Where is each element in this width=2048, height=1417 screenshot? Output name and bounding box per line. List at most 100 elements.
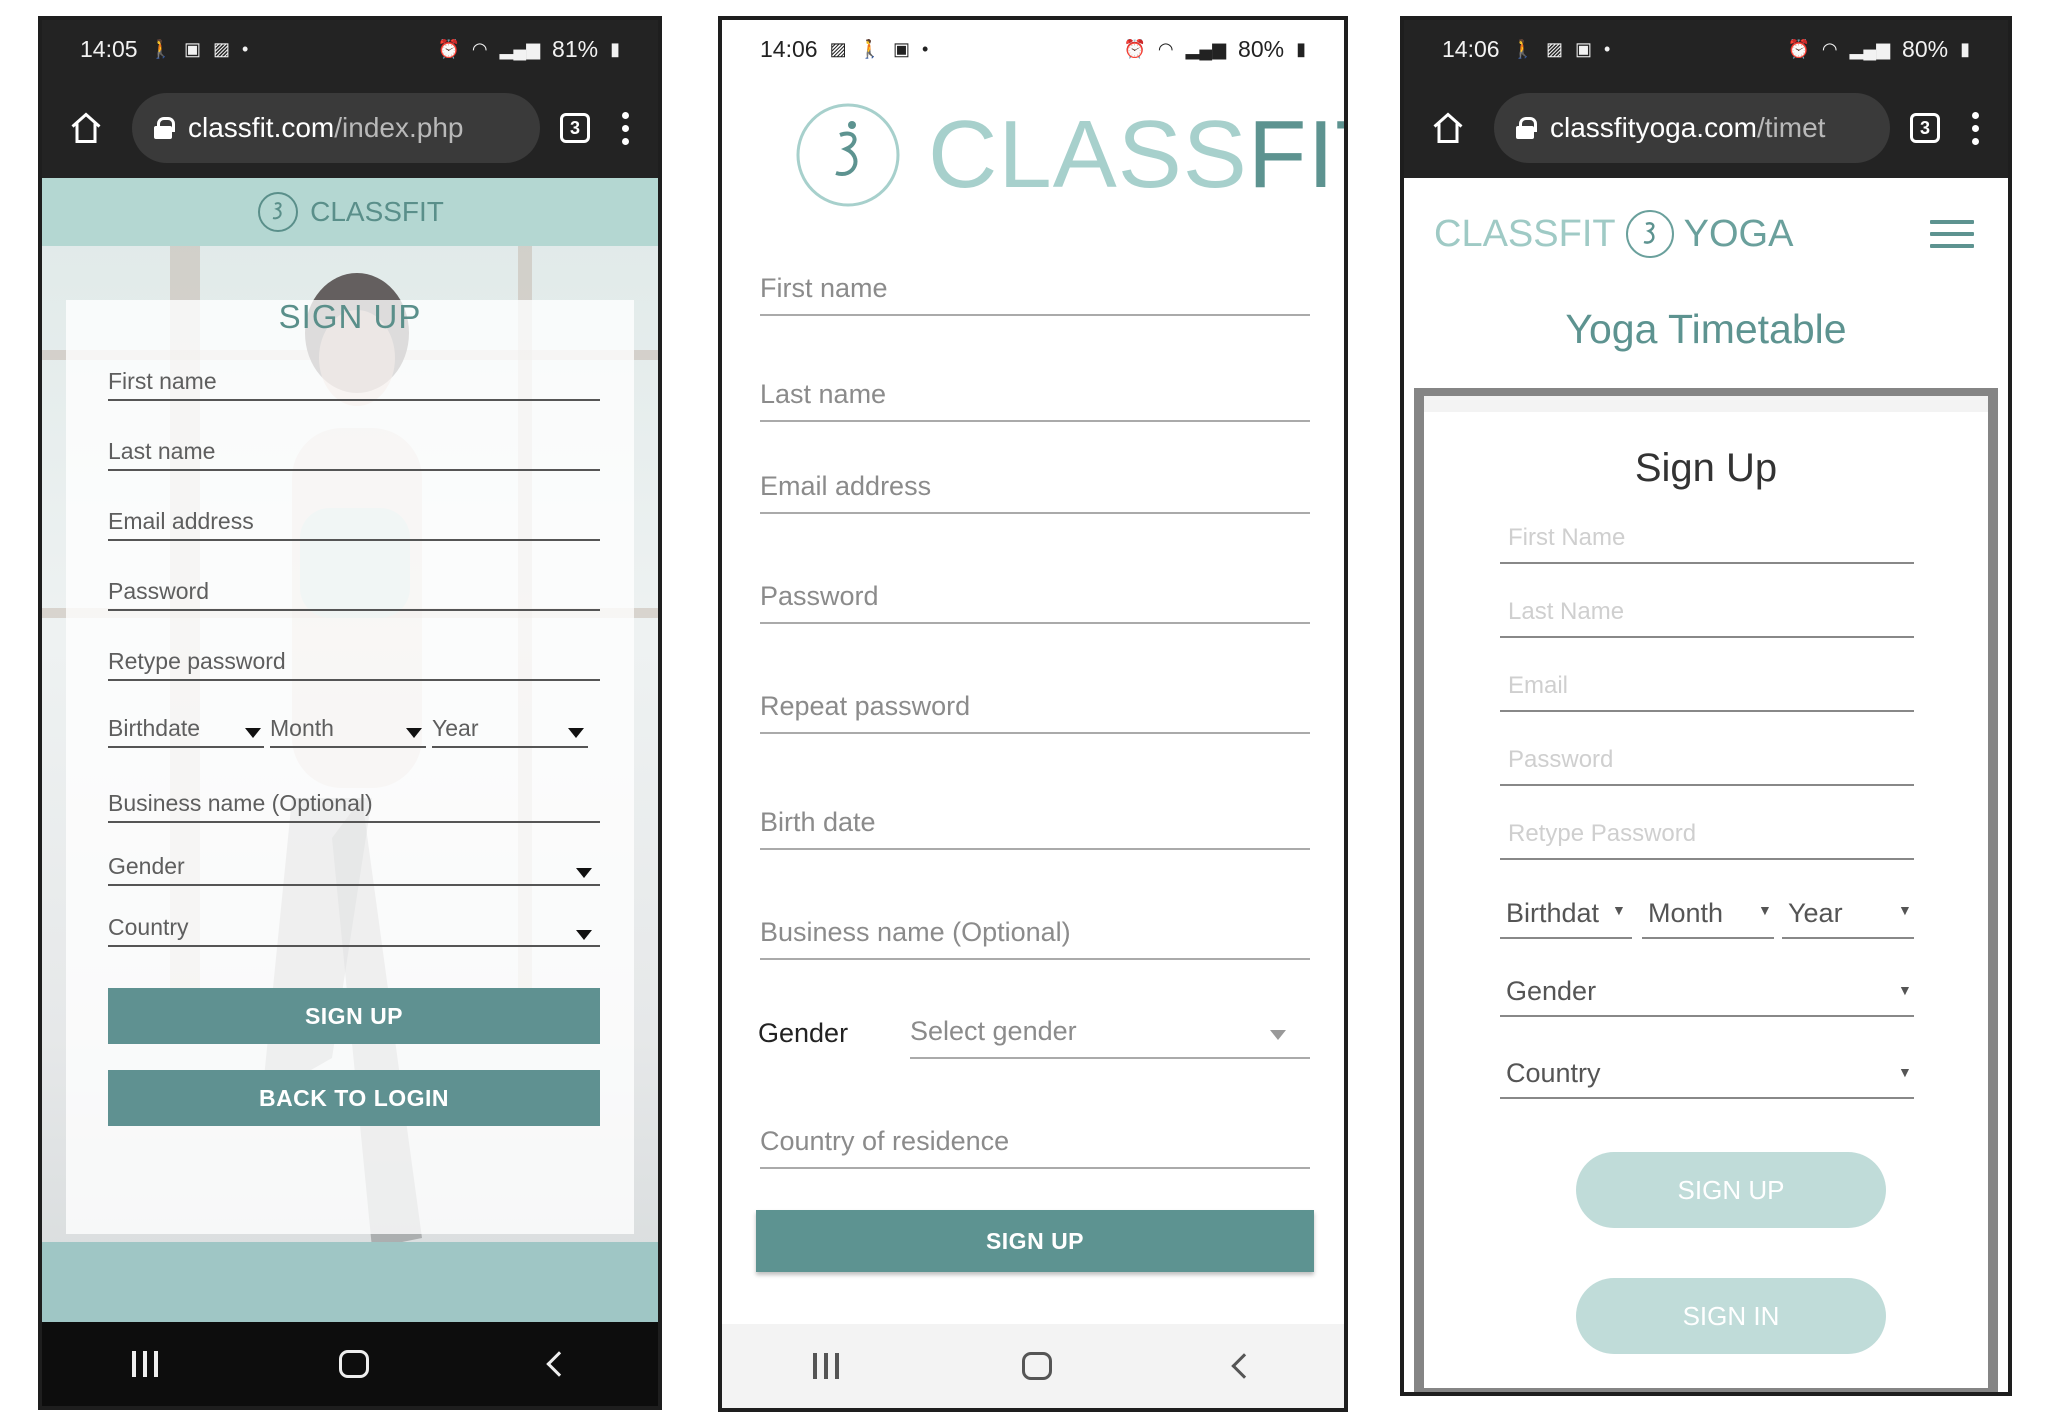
browser-toolbar: classfityoga.com/timet 3 [1404,78,2008,178]
first-name-input[interactable]: First name [760,273,1310,316]
back-icon[interactable] [1230,1353,1257,1379]
year-select[interactable]: Year [1782,898,1914,939]
first-name-input[interactable]: First Name [1500,524,1914,564]
walking-icon: 🚶 [1511,38,1534,59]
classfit-logo-icon [796,103,900,207]
url-host: classfityoga.com [1550,112,1757,143]
repeat-password-input[interactable]: Repeat password [760,691,1310,734]
brand-part-fit: FIT [1247,101,1344,208]
first-name-input[interactable]: First name [108,368,600,401]
form-title: Sign Up [1634,446,1778,490]
chevron-down-icon: ▼ [1758,902,1772,918]
battery-level: 81% [552,35,599,62]
alarm-icon: ⏰ [437,38,460,59]
month-select[interactable]: Month [270,715,426,748]
url-host: classfit.com [188,112,335,143]
chevron-down-icon [245,728,261,738]
battery-level: 80% [1238,35,1285,62]
email-input[interactable]: Email address [108,508,600,541]
retype-password-input[interactable]: Retype Password [1500,820,1914,860]
lock-icon [1516,117,1537,139]
more-menu-icon[interactable] [1960,111,1990,145]
url-path: /index.php [334,112,464,143]
back-to-login-button[interactable]: BACK TO LOGIN [108,1070,600,1126]
chevron-down-icon [568,728,584,738]
gender-select[interactable]: Select gender [910,1016,1310,1059]
last-name-input[interactable]: Last name [760,379,1310,422]
status-bar: 14:06 🚶 ▨ ▣ • ⏰ ◠ ▂▄▆ 80% ▮ [1404,20,2008,78]
retype-password-input[interactable]: Retype password [108,648,600,681]
birth-date-input[interactable]: Birth date [760,807,1310,850]
year-label: Year [432,715,479,741]
last-name-input[interactable]: Last Name [1500,598,1914,638]
business-name-input[interactable]: Business name (Optional) [760,917,1310,960]
walking-icon: 🚶 [149,38,172,59]
address-bar[interactable]: classfit.com/index.php [132,93,540,163]
more-menu-icon[interactable] [610,111,640,145]
address-bar[interactable]: classfityoga.com/timet [1494,93,1890,163]
gender-label: Gender [108,853,185,879]
site-header: CLASSFIT YOGA Yoga Timetable [1404,178,2008,408]
status-time: 14:06 [760,35,818,62]
home-button-icon[interactable] [1021,1352,1052,1380]
email-input[interactable]: Email address [760,471,1310,514]
month-label: Month [1648,898,1724,928]
battery-icon: ▮ [610,38,620,59]
chevron-down-icon [576,930,592,940]
year-select[interactable]: Year [432,715,588,748]
classfit-logo-icon [1625,210,1674,258]
lock-icon [154,117,175,139]
sign-in-button[interactable]: SIGN IN [1576,1278,1886,1354]
tab-switcher-button[interactable]: 3 [560,113,590,143]
recent-apps-icon[interactable] [132,1351,159,1377]
birthdate-label: Birthdate [108,715,201,741]
country-select[interactable]: Country [108,914,600,947]
password-input[interactable]: Password [760,581,1310,624]
signal-icon: ▂▄▆ [499,38,541,59]
sign-up-button[interactable]: SIGN UP [756,1210,1314,1272]
last-name-input[interactable]: Last name [108,438,600,471]
recent-apps-icon[interactable] [813,1353,840,1379]
wifi-icon: ◠ [1157,38,1174,59]
birthdate-select[interactable]: Birthdate [108,715,264,748]
classfit-yoga-logo: CLASSFIT YOGA [1434,208,1793,260]
site-header: CLASSFIT [42,178,658,246]
brand-part-class: CLASS [928,101,1248,208]
phone-screen-classfit-app: 14:06 ▨ 🚶 ▣ • ⏰ ◠ ▂▄▆ 80% ▮ CLASSFIT Fir… [718,16,1348,1412]
chevron-down-icon [576,868,592,878]
gender-select[interactable]: Gender [108,853,600,886]
classfit-logo-icon [258,192,299,232]
password-input[interactable]: Password [108,578,600,611]
gender-select[interactable]: Gender [1500,976,1914,1017]
battery-level: 80% [1902,35,1949,62]
hamburger-menu-icon[interactable] [1930,220,1974,256]
notification-icon: ▣ [1575,38,1593,59]
chevron-down-icon: ▼ [1612,902,1626,918]
dot-icon: • [922,38,929,59]
business-name-input[interactable]: Business name (Optional) [108,790,600,823]
home-icon[interactable] [60,102,112,154]
gender-label: Gender [758,1018,849,1048]
image-icon: ▨ [829,38,847,59]
phone-screen-classfit-index: 14:05 🚶 ▣ ▨ • ⏰ ◠ ▂▄▆ 81% ▮ classfit.com… [38,16,662,1410]
image-icon: ▨ [1545,38,1563,59]
notification-icon: ▣ [183,38,201,59]
home-button-icon[interactable] [338,1350,369,1378]
battery-icon: ▮ [1960,38,1970,59]
tab-switcher-button[interactable]: 3 [1910,113,1940,143]
month-select[interactable]: Month [1642,898,1774,939]
phone-screen-classfityoga-timetable: 14:06 🚶 ▨ ▣ • ⏰ ◠ ▂▄▆ 80% ▮ classfityoga… [1400,16,2012,1396]
alarm-icon: ⏰ [1123,38,1146,59]
country-label: Country [1506,1058,1601,1088]
yoga-mat-background [42,1242,658,1322]
gender-placeholder: Select gender [910,1016,1077,1046]
email-input[interactable]: Email [1500,672,1914,712]
home-icon[interactable] [1422,102,1474,154]
url-path: /timet [1756,112,1826,143]
password-input[interactable]: Password [1500,746,1914,786]
country-of-residence-input[interactable]: Country of residence [760,1126,1310,1169]
sign-up-button[interactable]: SIGN UP [1576,1152,1886,1228]
country-select[interactable]: Country [1500,1058,1914,1099]
sign-up-button[interactable]: SIGN UP [108,988,600,1044]
back-icon[interactable] [545,1351,572,1377]
